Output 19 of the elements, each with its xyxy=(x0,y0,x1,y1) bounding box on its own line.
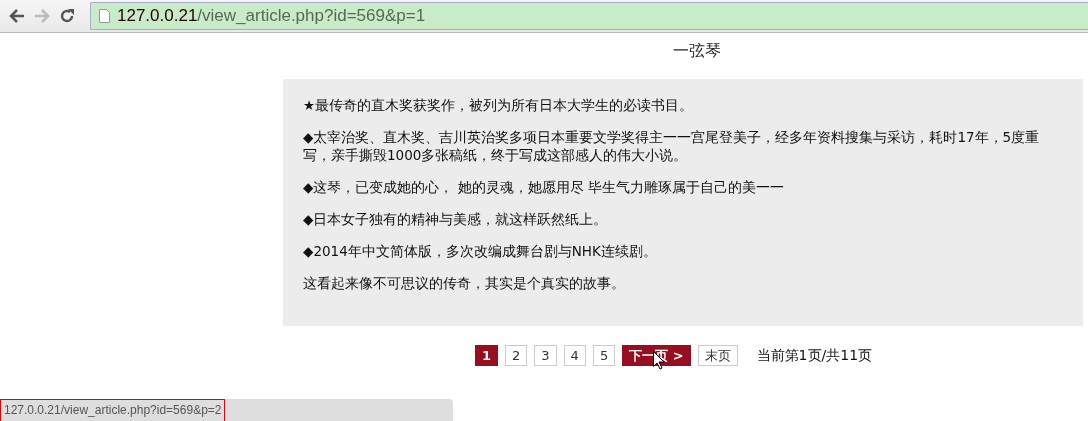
page-link[interactable]: 4 xyxy=(563,345,586,366)
back-icon[interactable] xyxy=(9,9,25,23)
reload-icon[interactable] xyxy=(59,8,75,24)
last-page-link[interactable]: 末页 xyxy=(697,345,738,366)
page-link[interactable]: 2 xyxy=(505,345,528,366)
paragraph: ◆2014年中文简体版，多次改编成舞台剧与NHK连续剧。 xyxy=(303,242,658,260)
page-link[interactable]: 5 xyxy=(592,345,616,366)
article-title: 一弦琴 xyxy=(672,41,722,62)
page-icon xyxy=(99,9,110,23)
page-info: 当前第1页/共11页 xyxy=(756,346,873,365)
paragraph: ◆这琴，已变成她的心， 她的灵魂，她愿用尽 毕生气力雕琢属于自己的美一一 xyxy=(303,178,785,196)
paragraph: ★最传奇的直木奖获奖作，被列为所有日本大学生的必读书目。 xyxy=(303,96,695,114)
paragraph: ◆太宰治奖、直木奖、吉川英治奖多项日本重要文学奖得主一一宫尾登美子，经多年资料搜集与采访，耗时17年，5度重写，亲手撕毁1000多张稿纸，终于写成这部感人的伟大小说。 xyxy=(303,128,1041,164)
page-link[interactable]: 1 xyxy=(475,345,499,366)
status-url: 127.0.0.21/view_article.php?id=569&p=2 xyxy=(0,399,225,421)
address-bar[interactable]: 127.0.0.21/view_article.php?id=569&p=1 xyxy=(90,2,1088,30)
paragraph: 这看起来像不可思议的传奇，其实是个真实的故事。 xyxy=(303,274,626,292)
page-link[interactable]: 3 xyxy=(534,345,557,366)
paragraph: ◆日本女子独有的精神与美感，就这样跃然纸上。 xyxy=(303,210,609,228)
